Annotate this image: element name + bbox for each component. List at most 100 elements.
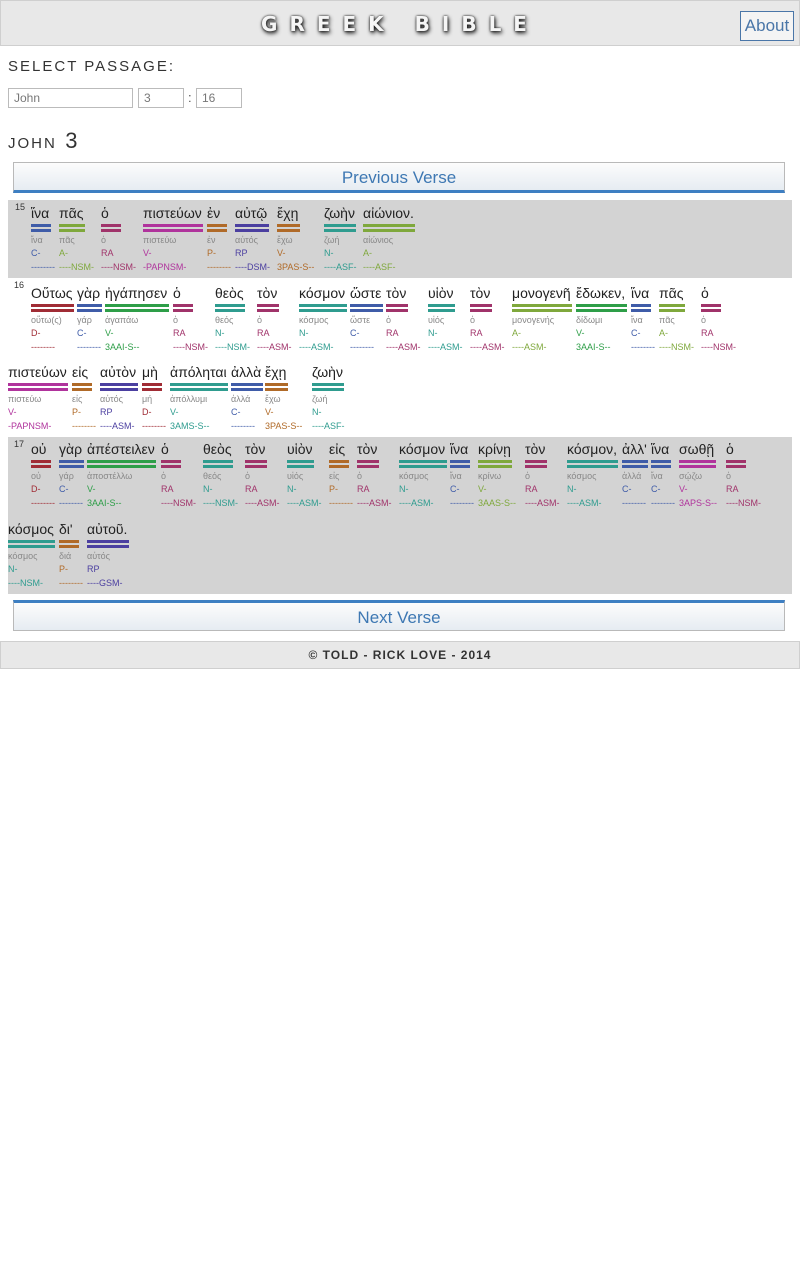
- lemma: εἰς: [72, 394, 83, 404]
- part-of-speech: D-: [31, 328, 41, 338]
- color-bar: [312, 383, 344, 386]
- morphology: ----ASM-: [299, 342, 334, 352]
- app-title: GREEK BIBLE: [261, 12, 539, 36]
- part-of-speech: RA: [245, 484, 258, 494]
- morphology: ----ASM-: [245, 498, 280, 508]
- part-of-speech: N-: [215, 328, 225, 338]
- lemma: αὐτός: [235, 235, 259, 245]
- lemma: θεός: [203, 471, 222, 481]
- morphology: --------: [59, 578, 83, 588]
- greek-word: ἀπόληται: [170, 364, 227, 380]
- lemma: εἰς: [329, 471, 340, 481]
- greek-word: κρίνῃ: [478, 441, 511, 457]
- color-bar: [324, 229, 356, 232]
- color-bar: [59, 224, 85, 227]
- color-bar: [651, 465, 671, 468]
- previous-verse-button[interactable]: Previous Verse: [13, 162, 785, 193]
- color-bar: [357, 465, 379, 468]
- lemma: ὁ: [525, 471, 531, 481]
- color-bar: [143, 229, 203, 232]
- morphology: --------: [142, 421, 166, 431]
- verse-input[interactable]: [196, 88, 242, 108]
- color-bar: [277, 224, 300, 227]
- about-button[interactable]: About: [740, 11, 794, 41]
- lemma: πᾶς: [659, 315, 675, 325]
- lemma: γάρ: [59, 471, 74, 481]
- color-bar: [265, 383, 288, 386]
- color-bar: [100, 388, 138, 391]
- greek-word: θεὸς: [203, 441, 232, 457]
- morphology: ----NSM-: [659, 342, 694, 352]
- morphology: --------: [31, 342, 55, 352]
- color-bar: [357, 460, 379, 463]
- morphology: 3PAS-S--: [277, 262, 315, 272]
- color-bar: [701, 304, 721, 307]
- part-of-speech: N-: [287, 484, 297, 494]
- greek-word: δι': [59, 521, 73, 537]
- color-bar: [31, 460, 51, 463]
- next-verse-button[interactable]: Next Verse: [13, 600, 785, 631]
- color-bar: [235, 224, 269, 227]
- lemma: οὐ: [31, 471, 41, 481]
- morphology: 3APS-S--: [679, 498, 718, 508]
- morphology: 3AAI-S--: [87, 498, 122, 508]
- color-bar: [173, 309, 193, 312]
- color-bar: [8, 383, 68, 386]
- lemma: ὁ: [470, 315, 476, 325]
- lemma: αὐτός: [100, 394, 124, 404]
- lemma: πᾶς: [59, 235, 75, 245]
- chapter-input[interactable]: [138, 88, 184, 108]
- lemma: ἀποστέλλω: [87, 471, 133, 481]
- lemma: ἀγαπάω: [105, 315, 139, 325]
- morphology: --------: [450, 498, 474, 508]
- verse-number: 15: [15, 202, 26, 212]
- lemma: υἱός: [287, 471, 304, 481]
- color-bar: [329, 465, 349, 468]
- morphology: ----ASM-: [567, 498, 602, 508]
- greek-word: υἱὸν: [287, 441, 313, 457]
- greek-word: ἠγάπησεν: [105, 285, 168, 301]
- morphology: ----NSM-: [701, 342, 736, 352]
- color-bar: [450, 460, 470, 463]
- color-bar: [215, 304, 245, 307]
- color-bar: [77, 304, 102, 307]
- part-of-speech: RA: [470, 328, 483, 338]
- color-bar: [399, 465, 447, 468]
- greek-word: κόσμος: [8, 521, 54, 537]
- greek-word: εἰς: [72, 364, 89, 380]
- color-bar: [101, 224, 121, 227]
- part-of-speech: RP: [100, 407, 113, 417]
- part-of-speech: A-: [363, 248, 372, 258]
- lemma: αἰώνιος: [363, 235, 394, 245]
- color-bar: [105, 309, 169, 312]
- color-bar: [631, 309, 651, 312]
- morphology: 3AAS-S--: [478, 498, 517, 508]
- color-bar: [329, 460, 349, 463]
- greek-word: πᾶς: [659, 285, 684, 301]
- morphology: --------: [631, 342, 655, 352]
- color-bar: [726, 460, 746, 463]
- book-input[interactable]: [8, 88, 133, 108]
- lemma: ὁ: [245, 471, 251, 481]
- lemma: ζωή: [312, 394, 328, 404]
- greek-word: ἐν: [207, 205, 221, 221]
- part-of-speech: N-: [324, 248, 334, 258]
- color-bar: [59, 229, 85, 232]
- color-bar: [72, 388, 92, 391]
- part-of-speech: V-: [143, 248, 152, 258]
- color-bar: [245, 460, 267, 463]
- color-bar: [350, 309, 383, 312]
- lemma: ὁ: [386, 315, 392, 325]
- color-bar: [324, 224, 356, 227]
- part-of-speech: V-: [478, 484, 487, 494]
- morphology: ----ASM-: [470, 342, 505, 352]
- color-bar: [203, 465, 233, 468]
- lemma: υἱός: [428, 315, 445, 325]
- lemma: αὐτός: [87, 551, 111, 561]
- lemma: ἔχω: [277, 235, 293, 245]
- part-of-speech: P-: [207, 248, 216, 258]
- lemma: ἐν: [207, 235, 216, 245]
- color-bar: [142, 383, 162, 386]
- color-bar: [525, 465, 547, 468]
- greek-word: ἀλλ': [622, 441, 647, 457]
